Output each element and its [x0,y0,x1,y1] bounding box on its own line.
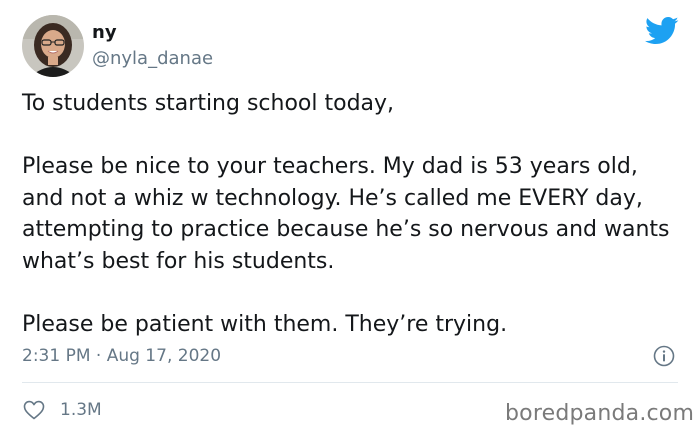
watermark: boredpanda.com [505,401,695,426]
like-count[interactable]: 1.3M [60,398,102,422]
heart-icon[interactable] [22,398,46,422]
twitter-bird-icon[interactable] [645,16,679,46]
tweet-text: To students starting school today, Pleas… [22,91,670,337]
info-icon[interactable] [652,344,676,368]
author-name[interactable]: ny [92,21,117,45]
divider [22,382,678,383]
author-handle[interactable]: @nyla_danae [92,47,213,71]
avatar[interactable] [22,15,84,77]
tweet-timestamp[interactable]: 2:31 PM · Aug 17, 2020 [22,344,221,368]
